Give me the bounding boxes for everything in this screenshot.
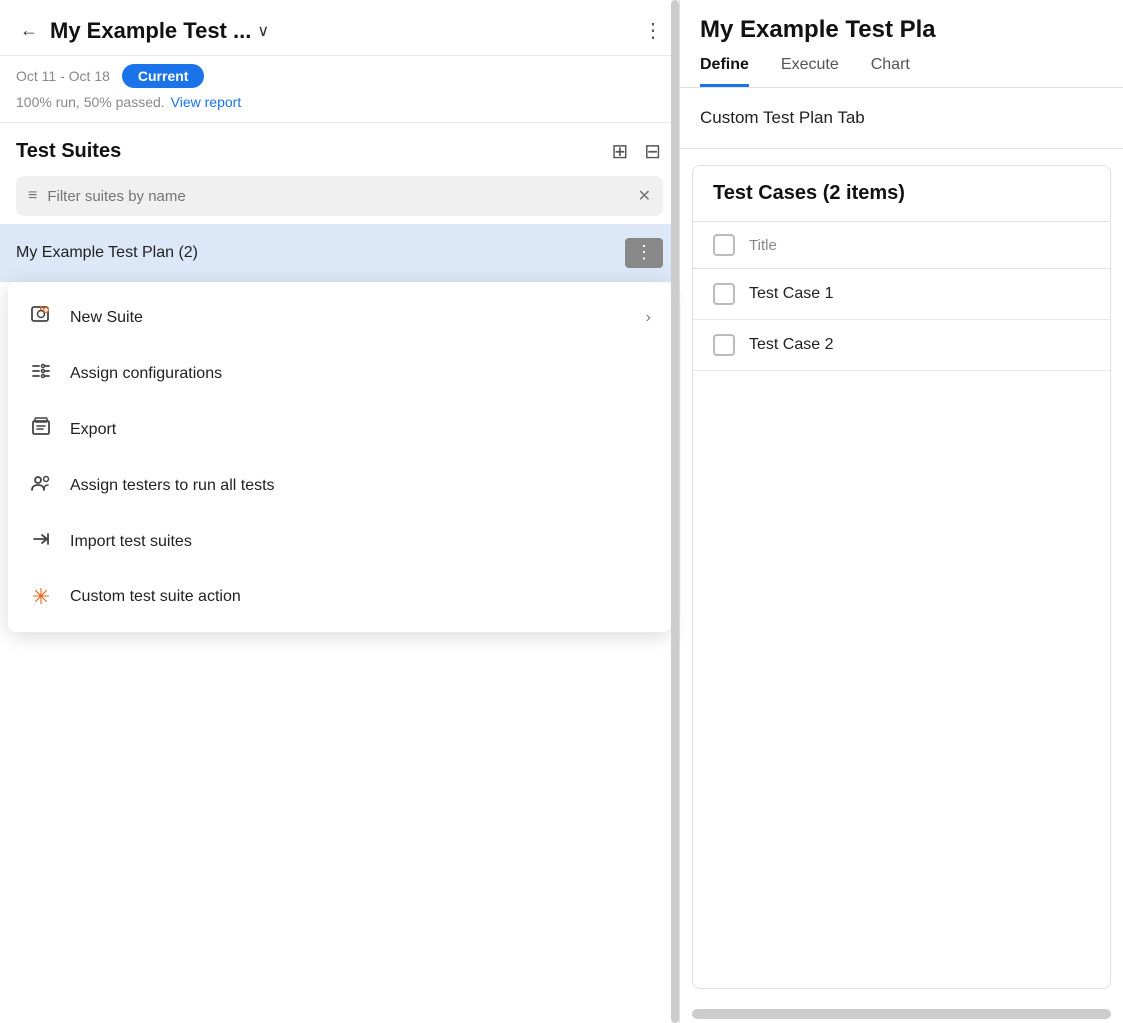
table-row: Test Case 1	[693, 269, 1110, 320]
custom-action-icon: ✳	[28, 584, 54, 610]
plan-title: My Example Test ...	[50, 18, 251, 44]
test-cases-header: Test Cases (2 items)	[693, 166, 1110, 222]
stats-row: 100% run, 50% passed. View report	[16, 94, 663, 110]
current-badge: Current	[122, 64, 205, 88]
tab-chart[interactable]: Chart	[871, 56, 910, 87]
assign-testers-icon	[28, 472, 54, 500]
table-row: Test Case 2	[693, 320, 1110, 371]
right-header: My Example Test Pla Define Execute Chart	[680, 0, 1123, 88]
tabs-row: Define Execute Chart	[700, 56, 1103, 87]
new-suite-icon	[28, 304, 54, 332]
tc-col-title: Title	[749, 237, 777, 254]
title-area: My Example Test ... ∨	[50, 18, 635, 44]
filter-icon: ≡	[28, 187, 37, 205]
menu-label-import-suites: Import test suites	[70, 533, 192, 551]
menu-item-assign-testers[interactable]: Assign testers to run all tests	[8, 458, 671, 514]
scrollbar[interactable]	[671, 0, 679, 1023]
assign-configs-icon	[28, 360, 54, 388]
tc1-name: Test Case 1	[749, 285, 833, 303]
suites-title: Test Suites	[16, 140, 597, 163]
tc2-checkbox[interactable]	[713, 334, 735, 356]
horizontal-scrollbar[interactable]	[692, 1009, 1111, 1019]
menu-item-custom-action[interactable]: ✳ Custom test suite action	[8, 570, 671, 624]
menu-item-new-suite[interactable]: New Suite ›	[8, 290, 671, 346]
tc1-checkbox[interactable]	[713, 283, 735, 305]
expand-all-button[interactable]: ⊞	[609, 137, 630, 166]
test-cases-title: Test Cases (2 items)	[713, 182, 905, 204]
menu-item-import-suites[interactable]: Import test suites	[8, 514, 671, 570]
menu-label-assign-configs: Assign configurations	[70, 365, 222, 383]
header-bar: ← My Example Test ... ∨ ⋮	[0, 0, 679, 56]
export-icon	[28, 416, 54, 444]
new-suite-arrow-icon: ›	[646, 309, 651, 327]
menu-item-export[interactable]: Export	[8, 402, 671, 458]
suites-header: Test Suites ⊞ ⊟	[0, 123, 679, 176]
tc2-name: Test Case 2	[749, 336, 833, 354]
collapse-all-button[interactable]: ⊟	[642, 137, 663, 166]
right-panel: My Example Test Pla Define Execute Chart…	[680, 0, 1123, 1023]
right-title: My Example Test Pla	[700, 16, 1103, 44]
test-cases-panel: Test Cases (2 items) Title Test Case 1 T…	[692, 165, 1111, 989]
tab-execute[interactable]: Execute	[781, 56, 839, 87]
filter-bar: ≡ ✕	[16, 176, 663, 216]
suite-more-button[interactable]: ⋮	[625, 238, 663, 268]
meta-bar: Oct 11 - Oct 18 Current 100% run, 50% pa…	[0, 56, 679, 123]
back-button[interactable]: ←	[16, 16, 42, 45]
menu-item-assign-configs[interactable]: Assign configurations	[8, 346, 671, 402]
select-all-checkbox[interactable]	[713, 234, 735, 256]
view-report-link[interactable]: View report	[171, 94, 242, 110]
menu-label-new-suite: New Suite	[70, 309, 143, 327]
menu-label-custom-action: Custom test suite action	[70, 588, 241, 606]
context-menu: New Suite › Assign configurations	[8, 282, 671, 632]
filter-input[interactable]	[47, 188, 627, 205]
menu-label-assign-testers: Assign testers to run all tests	[70, 477, 275, 495]
chevron-down-icon[interactable]: ∨	[257, 21, 269, 41]
clear-filter-icon[interactable]: ✕	[638, 186, 651, 206]
test-case-table: Title Test Case 1 Test Case 2	[693, 222, 1110, 371]
tab-define[interactable]: Define	[700, 56, 749, 87]
suite-item[interactable]: My Example Test Plan (2) ⋮	[0, 224, 679, 282]
header-more-icon[interactable]: ⋮	[643, 18, 663, 43]
custom-tab-label: Custom Test Plan Tab	[700, 108, 865, 127]
tc-header-row: Title	[693, 222, 1110, 269]
suite-label: My Example Test Plan (2)	[16, 244, 625, 262]
stats-text: 100% run, 50% passed.	[16, 94, 165, 110]
menu-label-export: Export	[70, 421, 116, 439]
date-current-row: Oct 11 - Oct 18 Current	[16, 64, 663, 88]
left-panel: ← My Example Test ... ∨ ⋮ Oct 11 - Oct 1…	[0, 0, 680, 1023]
custom-tab-section: Custom Test Plan Tab	[680, 88, 1123, 149]
import-suites-icon	[28, 528, 54, 556]
date-range: Oct 11 - Oct 18	[16, 68, 110, 84]
